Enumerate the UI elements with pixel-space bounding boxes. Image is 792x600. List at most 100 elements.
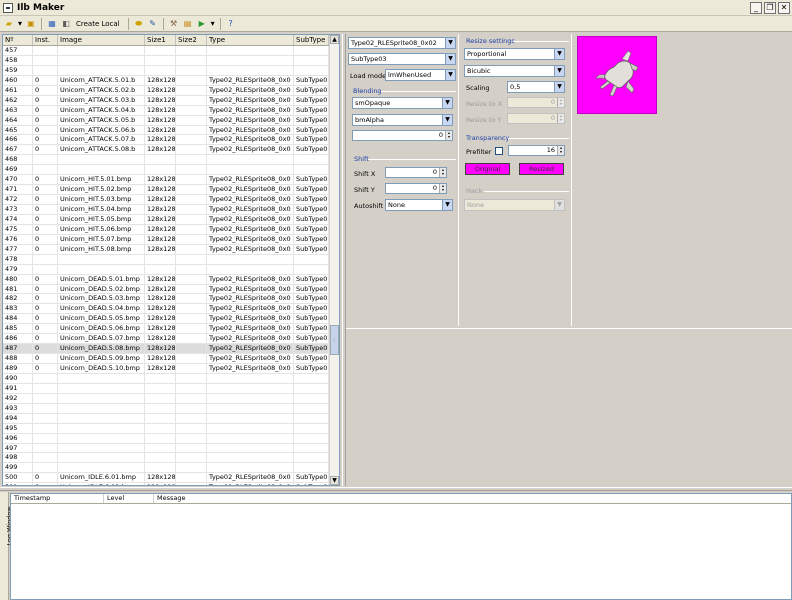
prefilter-checkbox[interactable] <box>495 147 503 155</box>
table-row[interactable]: 500 0 Unicorn_IDLE.6.01.bmp 128x128 Type02_R… <box>3 473 339 484</box>
scaling-select[interactable]: 0,5 ▼ <box>507 81 565 93</box>
resize-y-spinner[interactable]: 0 ▴ ▾ <box>507 113 565 124</box>
spin-arrows-icon[interactable]: ▴ ▾ <box>445 131 452 140</box>
table-row[interactable]: 459 <box>3 65 339 76</box>
open-icon[interactable]: ▰ <box>3 18 15 30</box>
table-row[interactable]: 493 <box>3 403 339 414</box>
horizontal-splitter[interactable] <box>0 487 792 491</box>
col-size2[interactable]: Size2 <box>176 35 207 45</box>
col-number[interactable]: Nº <box>3 35 33 45</box>
create-local-icon[interactable]: ◧ <box>60 18 72 30</box>
table-row[interactable]: 485 0 Unicorn_DEAD.5.06.bmp 128x128 Type02_R… <box>3 324 339 335</box>
table-row[interactable]: 487 0 Unicorn_DEAD.5.08.bmp 128x128 Type02_R… <box>3 344 339 355</box>
play-icon[interactable]: ▶ <box>196 18 208 30</box>
hack-select[interactable]: None ▼ <box>464 199 565 211</box>
minimize-button[interactable]: _ <box>750 2 762 14</box>
table-row[interactable]: 465 0 Unicorn_ATTACK.5.06.b 128x128 Type02_R… <box>3 125 339 136</box>
sprite-grid[interactable]: Nº Inst. Image Size1 Size2 Type SubType … <box>2 34 340 486</box>
create-local-button[interactable]: Create Local <box>76 20 120 28</box>
spin-arrows-icon[interactable]: ▴ ▾ <box>557 114 564 123</box>
settings-icon[interactable]: ⚒ <box>168 18 180 30</box>
table-row[interactable]: 5010Unicorn_IDLE.6.02.bmp128x128 Type02_R… <box>3 483 339 485</box>
log-window-tab[interactable]: Log Window <box>0 492 14 600</box>
table-row[interactable]: 494 <box>3 413 339 424</box>
subtype-select[interactable]: SubType03 ▼ <box>348 53 456 65</box>
close-button[interactable]: ✕ <box>778 2 790 14</box>
table-row[interactable]: 462 0 Unicorn_ATTACK.5.03.b 128x128 Type02_R… <box>3 95 339 106</box>
dropdown-arrow-icon[interactable]: ▾ <box>17 18 23 30</box>
log-col-timestamp[interactable]: Timestamp <box>11 494 104 503</box>
log-list[interactable]: Timestamp Level Message <box>10 493 792 600</box>
maximize-button[interactable]: ❐ <box>764 2 776 14</box>
table-row[interactable]: 463 0 Unicorn_ATTACK.5.04.b 128x128 Type02_R… <box>3 105 339 116</box>
table-row[interactable]: 464 0 Unicorn_ATTACK.5.05.b 128x128 Type02_R… <box>3 115 339 126</box>
table-row[interactable]: 461 0 Unicorn_ATTACK.5.02.b 128x128 Type02_R… <box>3 85 339 96</box>
table-row[interactable]: 489 0 Unicorn_DEAD.5.10.bmp 128x128 Type02_R… <box>3 364 339 374</box>
table-row[interactable]: 497 <box>3 443 339 454</box>
splitter-grip-icon[interactable]: ⁝ <box>333 336 335 344</box>
log-col-level[interactable]: Level <box>104 494 154 503</box>
table-row[interactable]: 458 <box>3 55 339 66</box>
table-row[interactable]: 472 0 Unicorn_HIT.5.03.bmp 128x128 Type02_RL… <box>3 195 339 205</box>
table-row[interactable]: 496 <box>3 433 339 444</box>
table-row[interactable]: 457 <box>3 46 339 56</box>
spin-arrows-icon[interactable]: ▴ ▾ <box>557 98 564 107</box>
shift-y-spinner[interactable]: 0 ▴ ▾ <box>385 183 447 194</box>
save-icon[interactable]: ▣ <box>25 18 37 30</box>
table-row[interactable]: 468 <box>3 155 339 166</box>
col-image[interactable]: Image <box>58 35 145 45</box>
type-select[interactable]: Type02_RLESprite08_0x02 ▼ <box>348 37 456 49</box>
col-type[interactable]: Type <box>207 35 294 45</box>
table-row[interactable]: 460 0 Unicorn_ATTACK.5.01.b 128x128 Type02_R… <box>3 75 339 86</box>
resize-mode-select[interactable]: Proportional ▼ <box>464 48 565 60</box>
table-row[interactable]: 473 0 Unicorn_HIT.5.04.bmp 128x128 Type02_RL… <box>3 205 339 215</box>
table-row[interactable]: 479 <box>3 264 339 275</box>
col-inst[interactable]: Inst. <box>33 35 58 45</box>
table-row[interactable]: 495 <box>3 423 339 434</box>
original-color-button[interactable]: Original <box>465 163 510 175</box>
scroll-up-icon[interactable]: ▲ <box>330 35 339 44</box>
col-subtype[interactable]: SubType <box>294 35 329 45</box>
export-icon[interactable]: ▦ <box>46 18 58 30</box>
table-row[interactable]: 470 0 Unicorn_HIT.5.01.bmp 128x128 Type02_RL… <box>3 175 339 186</box>
table-row[interactable]: 474 0 Unicorn_HIT.5.05.bmp 128x128 Type02_RL… <box>3 214 339 225</box>
spin-arrows-icon[interactable]: ▴ ▾ <box>439 184 446 193</box>
table-row[interactable]: 498 <box>3 453 339 464</box>
resize-filter-select[interactable]: Bicubic ▼ <box>464 65 565 77</box>
table-row[interactable]: 467 0 Unicorn_ATTACK.5.08.b 128x128 Type02_R… <box>3 145 339 156</box>
shift-x-spinner[interactable]: 0 ▴ ▾ <box>385 167 447 178</box>
table-row[interactable]: 486 0 Unicorn_DEAD.5.07.bmp 128x128 Type02_R… <box>3 334 339 345</box>
autoshift-select[interactable]: None ▼ <box>385 199 453 211</box>
scroll-down-icon[interactable]: ▼ <box>330 476 339 485</box>
table-row[interactable]: 466 0 Unicorn_ATTACK.5.07.b 128x128 Type02_R… <box>3 135 339 146</box>
link-icon[interactable]: ⬬ <box>133 18 145 30</box>
table-row[interactable]: 492 <box>3 393 339 404</box>
table-row[interactable]: 478 <box>3 254 339 265</box>
table-row[interactable]: 490 <box>3 373 339 384</box>
resized-color-button[interactable]: Resized <box>519 163 564 175</box>
help-icon[interactable]: ? <box>225 18 237 30</box>
table-row[interactable]: 475 0 Unicorn_HIT.5.06.bmp 128x128 Type02_RL… <box>3 224 339 235</box>
table-row[interactable]: 471 0 Unicorn_HIT.5.02.bmp 128x128 Type02_RL… <box>3 185 339 196</box>
blend-source-select[interactable]: smOpaque ▼ <box>352 97 453 109</box>
grid-scrollbar[interactable]: ▲ ▼ <box>329 35 339 485</box>
resize-x-spinner[interactable]: 0 ▴ ▾ <box>507 97 565 108</box>
table-row[interactable]: 469 <box>3 165 339 176</box>
spin-arrows-icon[interactable]: ▴ ▾ <box>439 168 446 177</box>
table-row[interactable]: 481 0 Unicorn_DEAD.5.02.bmp 128x128 Type02_R… <box>3 284 339 295</box>
col-size1[interactable]: Size1 <box>145 35 176 45</box>
table-row[interactable]: 491 <box>3 383 339 394</box>
book-icon[interactable]: ▤ <box>182 18 194 30</box>
table-row[interactable]: 476 0 Unicorn_HIT.5.07.bmp 128x128 Type02_RL… <box>3 234 339 245</box>
log-col-message[interactable]: Message <box>154 494 354 503</box>
load-mode-select[interactable]: lmWhenUsed ▼ <box>385 69 456 81</box>
table-row[interactable]: 488 0 Unicorn_DEAD.5.09.bmp 128x128 Type02_R… <box>3 354 339 364</box>
table-row[interactable]: 480 0 Unicorn_DEAD.5.01.bmp 128x128 Type02_R… <box>3 274 339 285</box>
table-row[interactable]: 482 0 Unicorn_DEAD.5.03.bmp 128x128 Type02_R… <box>3 294 339 305</box>
table-row[interactable]: 484 0 Unicorn_DEAD.5.05.bmp 128x128 Type02_R… <box>3 314 339 325</box>
table-row[interactable]: 483 0 Unicorn_DEAD.5.04.bmp 128x128 Type02_R… <box>3 304 339 315</box>
blend-amount-spinner[interactable]: 0 ▴ ▾ <box>352 130 453 141</box>
run-options-icon[interactable]: ▾ <box>210 18 216 30</box>
table-row[interactable]: 499 <box>3 463 339 474</box>
tools-icon[interactable]: ✎ <box>147 18 159 30</box>
